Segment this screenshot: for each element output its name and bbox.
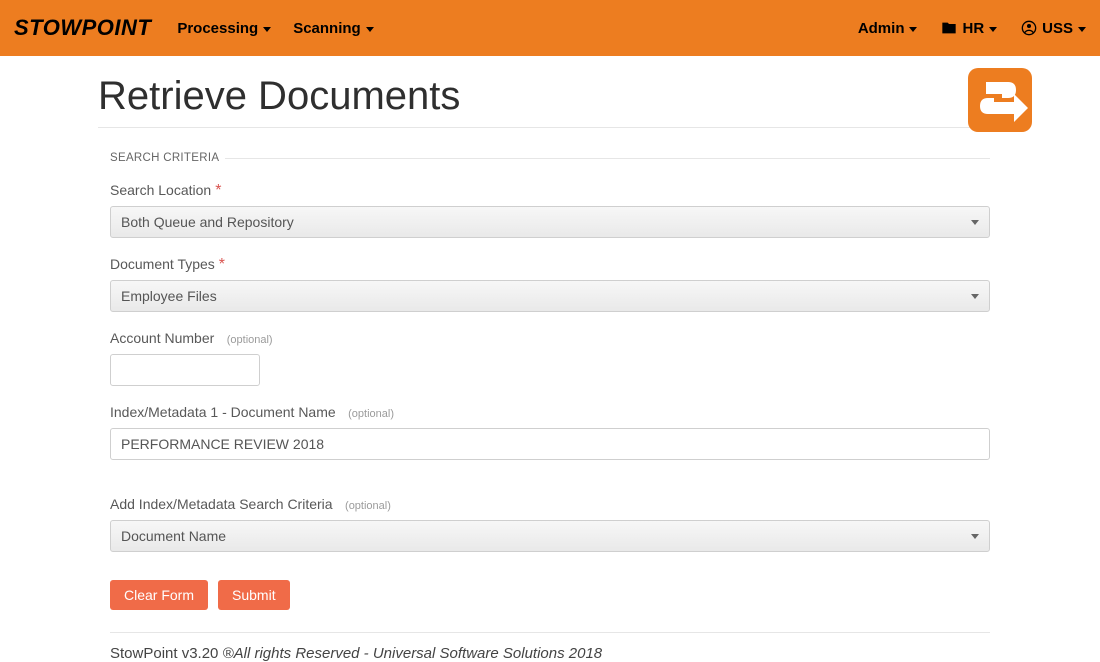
nav-hr-label: HR xyxy=(962,20,984,37)
nav-processing[interactable]: Processing xyxy=(177,20,271,37)
caret-icon xyxy=(1078,27,1086,32)
chevron-down-icon xyxy=(971,220,979,225)
optional-marker: (optional) xyxy=(345,500,391,512)
nav-scanning-label: Scanning xyxy=(293,20,361,37)
submit-button[interactable]: Submit xyxy=(218,580,290,610)
document-types-field: Document Types* Employee Files xyxy=(110,256,990,312)
document-types-value: Employee Files xyxy=(121,288,217,304)
brand-point: POINT xyxy=(82,15,152,40)
add-metadata-field: Add Index/Metadata Search Criteria (opti… xyxy=(110,496,990,552)
required-marker: * xyxy=(215,182,221,199)
user-circle-icon xyxy=(1021,20,1037,36)
metadata1-label: Index/Metadata 1 - Document Name xyxy=(110,404,336,420)
document-types-select[interactable]: Employee Files xyxy=(110,280,990,312)
page-footer: StowPoint v3.20 ®All rights Reserved - U… xyxy=(110,632,990,662)
search-location-label: Search Location xyxy=(110,182,211,198)
stowpoint-badge-icon xyxy=(968,68,1032,132)
nav-processing-label: Processing xyxy=(177,20,258,37)
nav-admin-label: Admin xyxy=(858,20,905,37)
metadata1-field: Index/Metadata 1 - Document Name (option… xyxy=(110,404,990,460)
footer-version: StowPoint v3.20 xyxy=(110,645,223,662)
legend-divider xyxy=(225,158,990,159)
metadata1-value: PERFORMANCE REVIEW 2018 xyxy=(121,436,324,452)
add-metadata-value: Document Name xyxy=(121,528,226,544)
nav-hr[interactable]: HR xyxy=(941,20,997,37)
caret-icon xyxy=(263,27,271,32)
clear-button[interactable]: Clear Form xyxy=(110,580,208,610)
document-types-label: Document Types xyxy=(110,256,215,272)
account-number-field: Account Number (optional) xyxy=(110,330,990,386)
nav-left: Processing Scanning xyxy=(177,20,395,37)
search-criteria-legend: SEARCH CRITERIA xyxy=(110,152,990,164)
top-nav: STOWPOINT Processing Scanning Admin HR xyxy=(0,0,1100,56)
nav-uss[interactable]: USS xyxy=(1021,20,1086,37)
legend-label: SEARCH CRITERIA xyxy=(110,152,219,164)
optional-marker: (optional) xyxy=(348,408,394,420)
add-metadata-label: Add Index/Metadata Search Criteria xyxy=(110,496,333,512)
nav-uss-label: USS xyxy=(1042,20,1073,37)
folder-icon xyxy=(941,20,957,36)
search-location-select[interactable]: Both Queue and Repository xyxy=(110,206,990,238)
caret-icon xyxy=(989,27,997,32)
page-content: Retrieve Documents SEARCH CRITERIA Searc… xyxy=(0,56,1100,662)
footer-rights: ®All rights Reserved - Universal Softwar… xyxy=(223,645,603,662)
required-marker: * xyxy=(219,256,225,273)
nav-scanning[interactable]: Scanning xyxy=(293,20,374,37)
page-title: Retrieve Documents xyxy=(98,74,1002,119)
nav-admin[interactable]: Admin xyxy=(858,20,918,37)
nav-right: Admin HR USS xyxy=(834,20,1086,37)
metadata1-input[interactable]: PERFORMANCE REVIEW 2018 xyxy=(110,428,990,460)
optional-marker: (optional) xyxy=(227,334,273,346)
form-button-row: Clear Form Submit xyxy=(110,580,990,610)
brand-logo[interactable]: STOWPOINT xyxy=(14,15,151,41)
search-location-value: Both Queue and Repository xyxy=(121,214,294,230)
search-location-field: Search Location* Both Queue and Reposito… xyxy=(110,182,990,238)
account-number-label: Account Number xyxy=(110,330,214,346)
chevron-down-icon xyxy=(971,534,979,539)
add-metadata-select[interactable]: Document Name xyxy=(110,520,990,552)
brand-stow: STOW xyxy=(14,15,82,40)
search-form: SEARCH CRITERIA Search Location* Both Qu… xyxy=(98,152,1002,662)
chevron-down-icon xyxy=(971,294,979,299)
caret-icon xyxy=(366,27,374,32)
account-number-input[interactable] xyxy=(110,354,260,386)
caret-icon xyxy=(909,27,917,32)
